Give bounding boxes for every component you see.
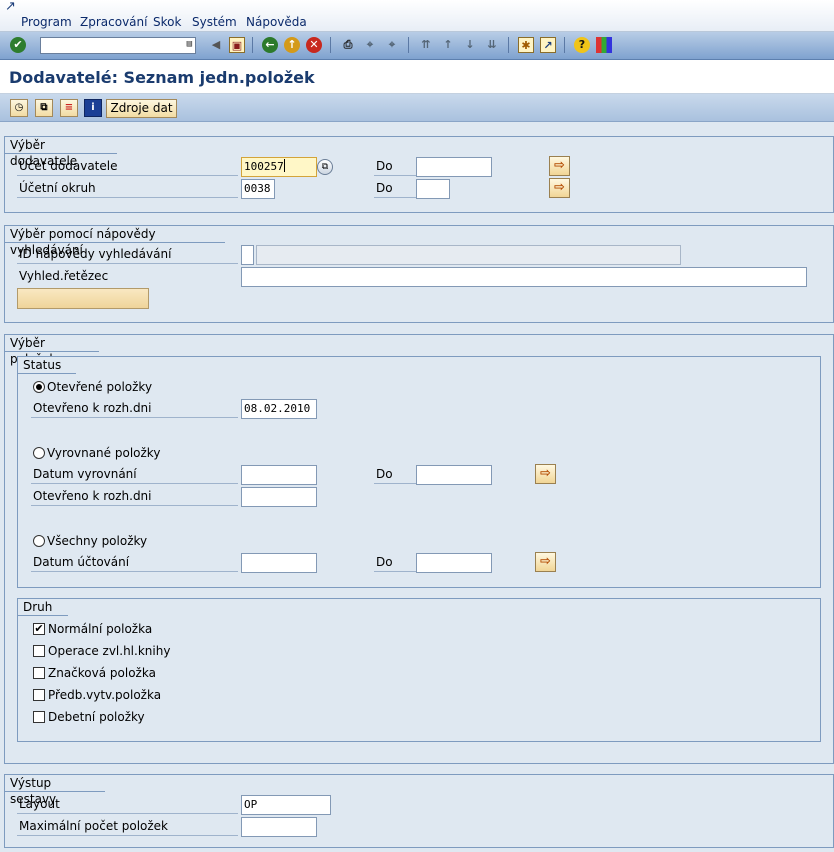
company-code-from-input[interactable]: 0038 [241, 179, 275, 199]
last-page-icon[interactable]: ⇊ [484, 37, 500, 53]
posting-date-from-input[interactable] [241, 553, 317, 573]
command-field[interactable]: ▤ [40, 37, 196, 54]
multiple-selection-icon[interactable]: ⇨ [535, 464, 556, 484]
vendor-account-from-input[interactable]: 100257 [241, 157, 317, 177]
back-icon[interactable]: ◀ [208, 37, 224, 53]
report-output-title: Výstup sestavy [5, 775, 105, 806]
find-next-icon[interactable]: ⌖ [384, 37, 400, 53]
multiple-selection-icon[interactable]: ⇨ [535, 552, 556, 572]
save-icon[interactable]: ▣ [229, 37, 245, 53]
parked-items-label: Předb.vytv.položka [48, 688, 162, 702]
first-page-icon[interactable]: ⇈ [418, 37, 434, 53]
clearing-date-label: Datum vyrovnání [31, 466, 238, 484]
company-code-to-label: Do [374, 180, 416, 198]
search-string-input[interactable] [241, 267, 807, 287]
noted-items-label: Značková položka [48, 666, 156, 680]
clearing-date-to-input[interactable] [416, 465, 492, 485]
exit-icon[interactable]: ↑ [284, 37, 300, 53]
layout-input[interactable]: OP [241, 795, 331, 815]
debit-items-checkbox[interactable] [33, 711, 45, 723]
standard-toolbar: ✔ ▤ ◀ ▣ ← ↑ ✕ ⎙ ⌖ ⌖ ⇈ ↑ ↓ ⇊ ✱ ↗ ? [0, 32, 834, 60]
history-icon[interactable]: ▤ [187, 39, 192, 49]
vendor-account-to-input[interactable] [416, 157, 492, 177]
cancel-icon[interactable]: ✕ [306, 37, 322, 53]
cleared-open-key-date-input[interactable] [241, 487, 317, 507]
menu-program[interactable]: Program [21, 15, 72, 30]
vendor-selection-title: Výběr dodavatele [5, 137, 117, 168]
clearing-date-to-label: Do [374, 466, 416, 484]
special-gl-checkbox[interactable] [33, 645, 45, 657]
debit-items-label: Debetní položky [48, 710, 145, 724]
prev-page-icon[interactable]: ↑ [440, 37, 456, 53]
help-icon[interactable]: ? [574, 37, 590, 53]
toolbar-separator [508, 37, 509, 53]
max-items-input[interactable] [241, 817, 317, 837]
cleared-items-label: Vyrovnané položky [47, 446, 161, 460]
search-help-id-description [256, 245, 681, 265]
parked-items-checkbox[interactable] [33, 689, 45, 701]
find-icon[interactable]: ⌖ [362, 37, 378, 53]
vendor-account-label: Účet dodavatele [17, 158, 238, 176]
layout-icon[interactable] [596, 37, 612, 53]
open-items-label: Otevřené položky [47, 380, 153, 394]
special-gl-label: Operace zvl.hl.knihy [48, 644, 171, 658]
back-nav-icon[interactable]: ← [262, 37, 278, 53]
posting-date-to-label: Do [374, 554, 416, 572]
menu-system[interactable]: Systém [192, 15, 237, 30]
print-icon[interactable]: ⎙ [340, 37, 356, 53]
posting-date-to-input[interactable] [416, 553, 492, 573]
execute-icon[interactable]: ◷ [10, 99, 28, 117]
vendor-account-to-label: Do [374, 158, 416, 176]
status-title: Status [18, 357, 76, 374]
next-page-icon[interactable]: ↓ [462, 37, 478, 53]
max-items-label: Maximální počet položek [17, 818, 238, 836]
vendor-account-value: 100257 [244, 160, 284, 173]
info-icon[interactable]: i [84, 99, 102, 117]
company-code-label: Účetní okruh [17, 180, 238, 198]
toolbar-separator [252, 37, 253, 53]
application-toolbar: ◷ ⧉ ≡ i Zdroje dat [0, 94, 834, 122]
search-help-id-label: ID nápovědy vyhledávání [17, 246, 238, 264]
cleared-items-radio[interactable] [33, 447, 45, 459]
normal-items-checkbox[interactable]: ✔ [33, 623, 45, 635]
open-key-date-label: Otevřeno k rozh.dni [31, 400, 238, 418]
all-items-label: Všechny položky [47, 534, 148, 548]
multiple-selection-icon[interactable]: ⇨ [549, 156, 570, 176]
normal-items-label: Normální položka [48, 622, 153, 636]
open-key-date-input[interactable]: 08.02.2010 [241, 399, 317, 419]
menu-help[interactable]: Nápověda [246, 15, 307, 30]
posting-date-label: Datum účtování [31, 554, 238, 572]
type-title: Druh [18, 599, 68, 616]
new-session-icon[interactable]: ✱ [518, 37, 534, 53]
cleared-open-key-date-label: Otevřeno k rozh.dni [31, 488, 238, 506]
multiple-selection-icon[interactable]: ⇨ [549, 178, 570, 198]
text-cursor [283, 159, 285, 172]
title-bar: Dodavatelé: Seznam jedn.položek [0, 60, 834, 94]
toolbar-separator [330, 37, 331, 53]
item-selection-title: Výběr položek [5, 335, 99, 366]
search-help-icon[interactable]: ⧉ [317, 159, 333, 175]
get-variant-icon[interactable]: ⧉ [35, 99, 53, 117]
search-string-label: Vyhled.řetězec [19, 269, 109, 283]
open-items-radio[interactable] [33, 381, 45, 393]
company-code-to-input[interactable] [416, 179, 450, 199]
system-menu-icon[interactable]: ↗ [5, 0, 21, 14]
all-items-radio[interactable] [33, 535, 45, 547]
search-help-id-input[interactable] [241, 245, 254, 265]
layout-label: Layout [17, 796, 238, 814]
page-title: Dodavatelé: Seznam jedn.položek [9, 68, 315, 87]
menu-bar: ↗ Program Zpracování Skok Systém Nápověd… [0, 0, 834, 32]
menu-edit[interactable]: Zpracování [80, 15, 147, 30]
toolbar-separator [408, 37, 409, 53]
toolbar-separator [564, 37, 565, 53]
shortcut-icon[interactable]: ↗ [540, 37, 556, 53]
noted-items-checkbox[interactable] [33, 667, 45, 679]
dynamic-selection-icon[interactable]: ≡ [60, 99, 78, 117]
clearing-date-from-input[interactable] [241, 465, 317, 485]
data-sources-button[interactable]: Zdroje dat [106, 99, 177, 118]
search-help-execute-button[interactable] [17, 288, 149, 309]
search-help-title: Výběr pomocí nápovědy vyhledávání [5, 226, 225, 257]
enter-icon[interactable]: ✔ [10, 37, 26, 53]
menu-goto[interactable]: Skok [153, 15, 181, 30]
